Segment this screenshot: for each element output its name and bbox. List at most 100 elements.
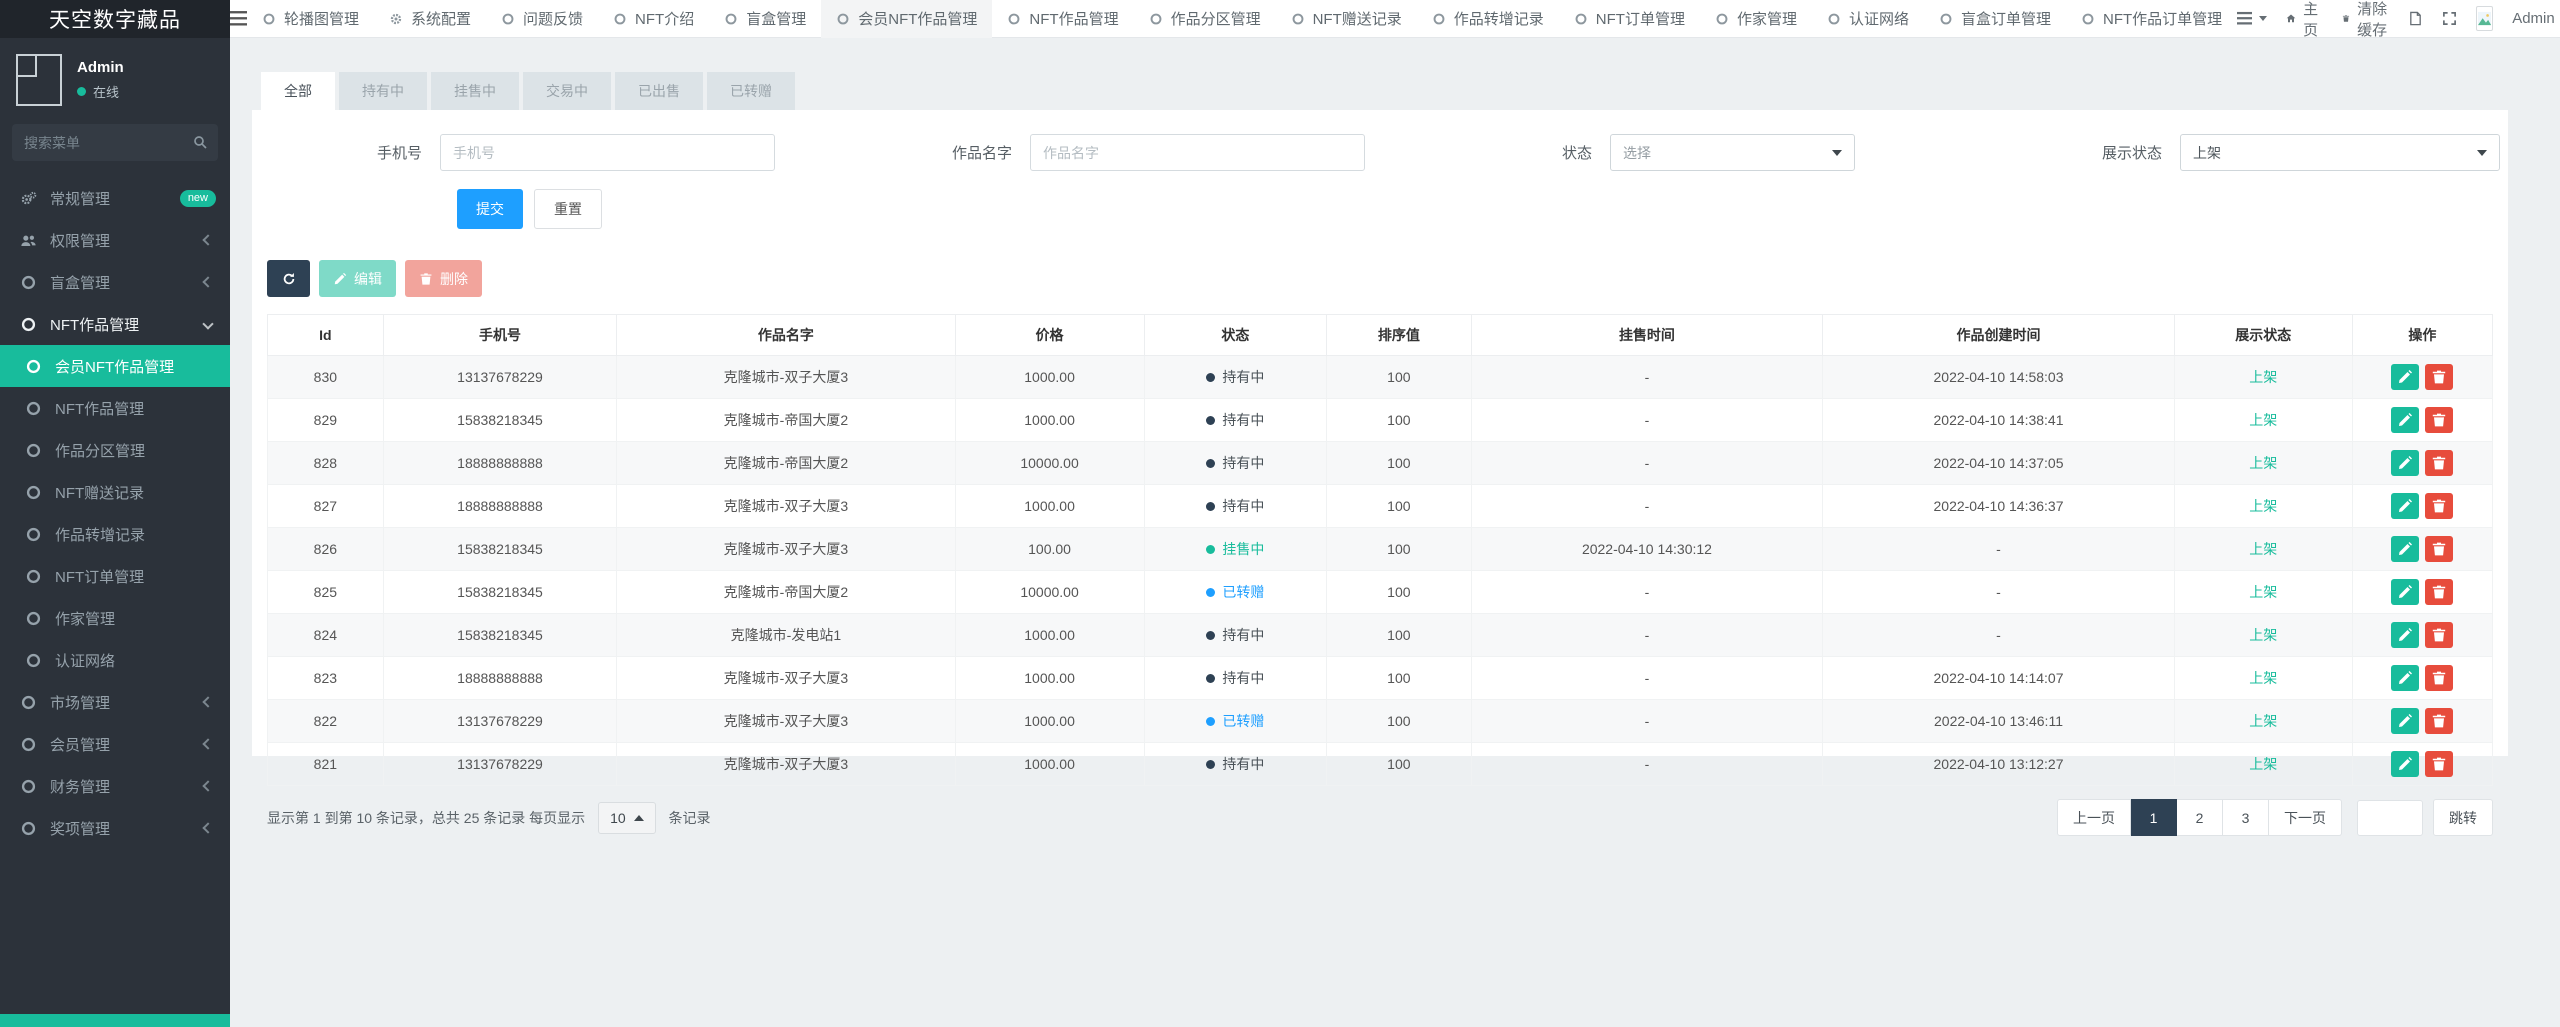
display-status-link[interactable]: 上架 [2249, 541, 2277, 557]
jump-button[interactable]: 跳转 [2433, 799, 2493, 836]
refresh-page-button[interactable] [2408, 11, 2423, 26]
refresh-button[interactable] [267, 260, 310, 297]
page-button[interactable]: 1 [2131, 799, 2177, 836]
row-delete-button[interactable] [2425, 665, 2453, 691]
status-select[interactable]: 选择 [1610, 134, 1855, 171]
cell-phone: 18888888888 [383, 657, 617, 700]
display-status-link[interactable]: 上架 [2249, 412, 2277, 428]
delete-button[interactable]: 删除 [405, 260, 482, 297]
sidebar-item[interactable]: 常规管理new [0, 177, 230, 219]
display-status-link[interactable]: 上架 [2249, 498, 2277, 514]
display-status-link[interactable]: 上架 [2249, 369, 2277, 385]
page-button[interactable]: 3 [2223, 799, 2269, 836]
display-status-link[interactable]: 上架 [2249, 756, 2277, 772]
row-delete-button[interactable] [2425, 622, 2453, 648]
row-delete-button[interactable] [2425, 493, 2453, 519]
sidebar-subitem[interactable]: NFT作品管理 [0, 387, 230, 429]
display-status-select[interactable]: 上架 [2180, 134, 2500, 171]
row-delete-button[interactable] [2425, 708, 2453, 734]
row-edit-button[interactable] [2391, 708, 2419, 734]
display-status-link[interactable]: 上架 [2249, 713, 2277, 729]
sidebar-subitem[interactable]: 作品分区管理 [0, 429, 230, 471]
fullscreen-button[interactable] [2442, 11, 2457, 26]
row-edit-button[interactable] [2391, 579, 2419, 605]
hamburger-menu-button[interactable] [230, 0, 247, 38]
display-status-link[interactable]: 上架 [2249, 670, 2277, 686]
reset-button[interactable]: 重置 [534, 189, 602, 229]
sidebar-subitem[interactable]: 认证网络 [0, 639, 230, 681]
per-page-select[interactable]: 10 [598, 802, 656, 834]
submit-button[interactable]: 提交 [457, 189, 523, 229]
row-delete-button[interactable] [2425, 364, 2453, 390]
topnav-item[interactable]: 作品分区管理 [1134, 0, 1276, 38]
topnav-item[interactable]: 会员NFT作品管理 [821, 0, 992, 38]
topnav-item[interactable]: NFT赠送记录 [1276, 0, 1417, 38]
topnav-item[interactable]: NFT作品管理 [992, 0, 1133, 38]
topnav-item[interactable]: 作品转增记录 [1417, 0, 1559, 38]
tabs-list-dropdown-button[interactable] [2237, 11, 2267, 26]
topnav-item[interactable]: 盲盒管理 [709, 0, 821, 38]
tab-item[interactable]: 交易中 [523, 72, 611, 110]
sidebar-item[interactable]: 权限管理 [0, 219, 230, 261]
display-status-link[interactable]: 上架 [2249, 455, 2277, 471]
row-edit-button[interactable] [2391, 536, 2419, 562]
page-button[interactable]: 2 [2177, 799, 2223, 836]
tab-item[interactable]: 已转赠 [707, 72, 795, 110]
topnav-item[interactable]: 问题反馈 [486, 0, 598, 38]
trash-icon [2431, 627, 2447, 643]
topnav-item[interactable]: 认证网络 [1812, 0, 1924, 38]
row-edit-button[interactable] [2391, 493, 2419, 519]
topnav-item[interactable]: 作家管理 [1700, 0, 1812, 38]
status-dot [1206, 416, 1215, 425]
menu-search-input[interactable] [12, 124, 218, 161]
sidebar-subitem[interactable]: NFT赠送记录 [0, 471, 230, 513]
admin-avatar[interactable] [2476, 6, 2493, 31]
circle-icon [836, 12, 850, 26]
sidebar-subitem[interactable]: 会员NFT作品管理 [0, 345, 230, 387]
row-edit-button[interactable] [2391, 622, 2419, 648]
sidebar-item[interactable]: NFT作品管理 [0, 303, 230, 345]
next-page-button[interactable]: 下一页 [2269, 799, 2342, 836]
work-name-input[interactable] [1030, 134, 1365, 171]
display-status-link[interactable]: 上架 [2249, 627, 2277, 643]
tab-item[interactable]: 全部 [261, 72, 335, 110]
topnav-item[interactable]: 盲盒订单管理 [1924, 0, 2066, 38]
phone-input[interactable] [440, 134, 775, 171]
topnav-item[interactable]: NFT作品订单管理 [2066, 0, 2237, 38]
clear-cache-link[interactable]: 清除缓存 [2342, 0, 2389, 40]
tab-item[interactable]: 挂售中 [431, 72, 519, 110]
display-status-link[interactable]: 上架 [2249, 584, 2277, 600]
topnav-item[interactable]: 系统配置 [374, 0, 486, 38]
sidebar-subitem[interactable]: NFT订单管理 [0, 555, 230, 597]
sidebar-subitem[interactable]: 作品转增记录 [0, 513, 230, 555]
topnav-item[interactable]: NFT介绍 [598, 0, 709, 38]
sidebar-item[interactable]: 会员管理 [0, 723, 230, 765]
row-delete-button[interactable] [2425, 751, 2453, 777]
row-edit-button[interactable] [2391, 364, 2419, 390]
cell-sort: 100 [1327, 743, 1472, 786]
trash-icon [2431, 670, 2447, 686]
row-edit-button[interactable] [2391, 407, 2419, 433]
cell-phone: 18888888888 [383, 485, 617, 528]
jump-page-input[interactable] [2357, 800, 2423, 836]
sidebar-subitem[interactable]: 作家管理 [0, 597, 230, 639]
sidebar-item[interactable]: 盲盒管理 [0, 261, 230, 303]
tab-item[interactable]: 持有中 [339, 72, 427, 110]
row-edit-button[interactable] [2391, 665, 2419, 691]
row-delete-button[interactable] [2425, 407, 2453, 433]
table-footer: 显示第 1 到第 10 条记录，总共 25 条记录 每页显示 10 条记录 上一… [267, 799, 2493, 836]
row-edit-button[interactable] [2391, 450, 2419, 476]
row-delete-button[interactable] [2425, 536, 2453, 562]
sidebar-item[interactable]: 奖项管理 [0, 807, 230, 849]
topnav-item[interactable]: NFT订单管理 [1559, 0, 1700, 38]
sidebar-item[interactable]: 财务管理 [0, 765, 230, 807]
row-delete-button[interactable] [2425, 450, 2453, 476]
home-link[interactable]: 主页 [2286, 0, 2323, 40]
row-delete-button[interactable] [2425, 579, 2453, 605]
edit-button[interactable]: 编辑 [319, 260, 396, 297]
sidebar-item[interactable]: 市场管理 [0, 681, 230, 723]
prev-page-button[interactable]: 上一页 [2057, 799, 2131, 836]
tab-item[interactable]: 已出售 [615, 72, 703, 110]
row-edit-button[interactable] [2391, 751, 2419, 777]
topnav-item[interactable]: 轮播图管理 [247, 0, 374, 38]
